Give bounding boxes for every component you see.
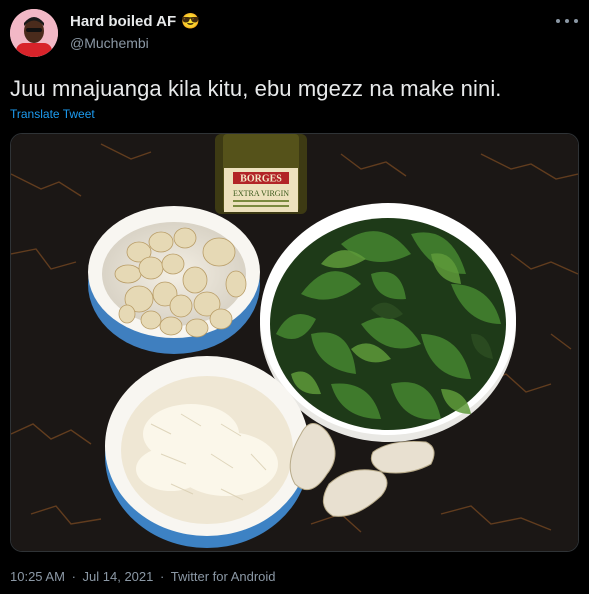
tweet-metadata: 10:25 AM · Jul 14, 2021 · Twitter for An… — [10, 569, 276, 584]
author-handle[interactable]: @Muchembi — [70, 35, 149, 51]
tweet-text: Juu mnajuanga kila kitu, ebu mgezz na ma… — [10, 76, 502, 101]
meta-separator: · — [71, 569, 76, 584]
meta-separator: · — [160, 569, 165, 584]
avatar[interactable] — [10, 9, 58, 57]
author-display-name[interactable]: Hard boiled AF — [70, 13, 176, 30]
tweet-date[interactable]: Jul 14, 2021 — [83, 569, 154, 584]
author-row: Hard boiled AF 😎 — [70, 13, 200, 30]
tweet-time[interactable]: 10:25 AM — [10, 569, 65, 584]
more-options-icon[interactable] — [556, 11, 578, 31]
translate-tweet-link[interactable]: Translate Tweet — [10, 107, 95, 121]
sunglasses-emoji-icon: 😎 — [181, 13, 200, 30]
bottle-label-line2: EXTRA VIRGIN — [233, 189, 289, 198]
tweet-source[interactable]: Twitter for Android — [171, 569, 276, 584]
tweet-photo[interactable]: BORGES EXTRA VIRGIN — [10, 133, 579, 552]
bottle-label-brand: BORGES — [240, 174, 282, 185]
